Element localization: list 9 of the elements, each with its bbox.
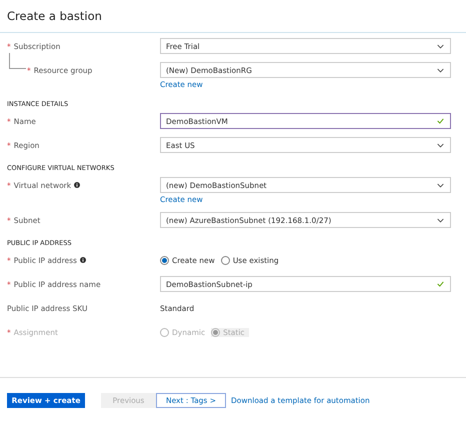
chevron-down-icon bbox=[437, 44, 444, 48]
tree-connector bbox=[9, 53, 26, 69]
chevron-down-icon bbox=[437, 218, 444, 222]
chevron-down-icon bbox=[437, 182, 444, 188]
info-icon[interactable] bbox=[80, 257, 86, 263]
chevron-down-icon bbox=[437, 68, 444, 72]
chevron-down-icon bbox=[437, 142, 444, 148]
page-title: Create a bastion bbox=[7, 9, 103, 25]
info-icon[interactable] bbox=[74, 182, 80, 188]
